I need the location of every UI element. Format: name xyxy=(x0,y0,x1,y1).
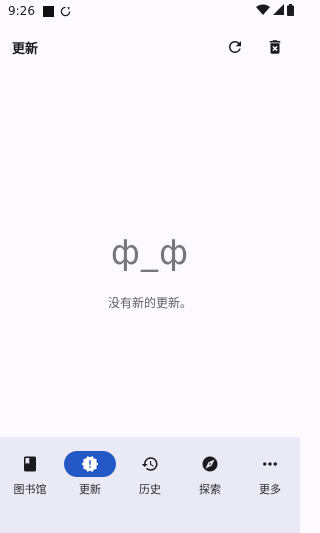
battery-icon xyxy=(287,3,294,19)
refresh-button[interactable] xyxy=(222,34,248,60)
delete-button[interactable] xyxy=(262,34,288,60)
book-icon xyxy=(24,456,36,472)
refresh-icon xyxy=(228,40,241,53)
empty-message: 没有新的更新。 xyxy=(107,296,192,310)
nav-item-updates[interactable]: 更新 xyxy=(60,451,120,497)
page-title: 更新 xyxy=(12,41,39,57)
signal-icon xyxy=(273,4,284,18)
compass-icon xyxy=(202,456,218,472)
nav-item-browse[interactable]: 探索 xyxy=(180,451,240,497)
bottom-navigation: 图书馆 更新 历史 探索 更多 xyxy=(0,437,300,533)
empty-face-emoticon: ф_ф xyxy=(110,233,190,273)
nav-item-library[interactable]: 图书馆 xyxy=(0,451,60,497)
nav-icon-container-active xyxy=(64,451,116,477)
delete-icon xyxy=(269,40,281,54)
nav-icon-container xyxy=(244,451,296,477)
app-bar: 更新 xyxy=(0,28,300,66)
nav-icon-container xyxy=(124,451,176,477)
nav-label-browse: 探索 xyxy=(199,483,221,496)
history-icon xyxy=(141,457,158,471)
app-bar-actions xyxy=(222,34,288,60)
notification-square-icon xyxy=(42,5,54,17)
status-bar: 9:26 xyxy=(0,0,300,22)
empty-state: ф_ф 没有新的更新。 xyxy=(0,230,300,311)
nav-label-library: 图书馆 xyxy=(13,483,47,496)
nav-item-more[interactable]: 更多 xyxy=(240,451,300,497)
wifi-icon xyxy=(256,4,270,18)
nav-icon-container xyxy=(184,451,236,477)
more-horiz-icon xyxy=(263,462,277,466)
nav-icon-container xyxy=(4,451,56,477)
nav-label-more: 更多 xyxy=(259,483,281,496)
nav-item-history[interactable]: 历史 xyxy=(120,451,180,497)
sync-icon xyxy=(60,6,71,17)
status-indicators xyxy=(256,3,294,19)
new-releases-icon xyxy=(81,456,99,472)
nav-label-history: 历史 xyxy=(139,483,161,496)
status-time: 9:26 xyxy=(8,4,35,18)
nav-label-updates: 更新 xyxy=(79,483,101,496)
